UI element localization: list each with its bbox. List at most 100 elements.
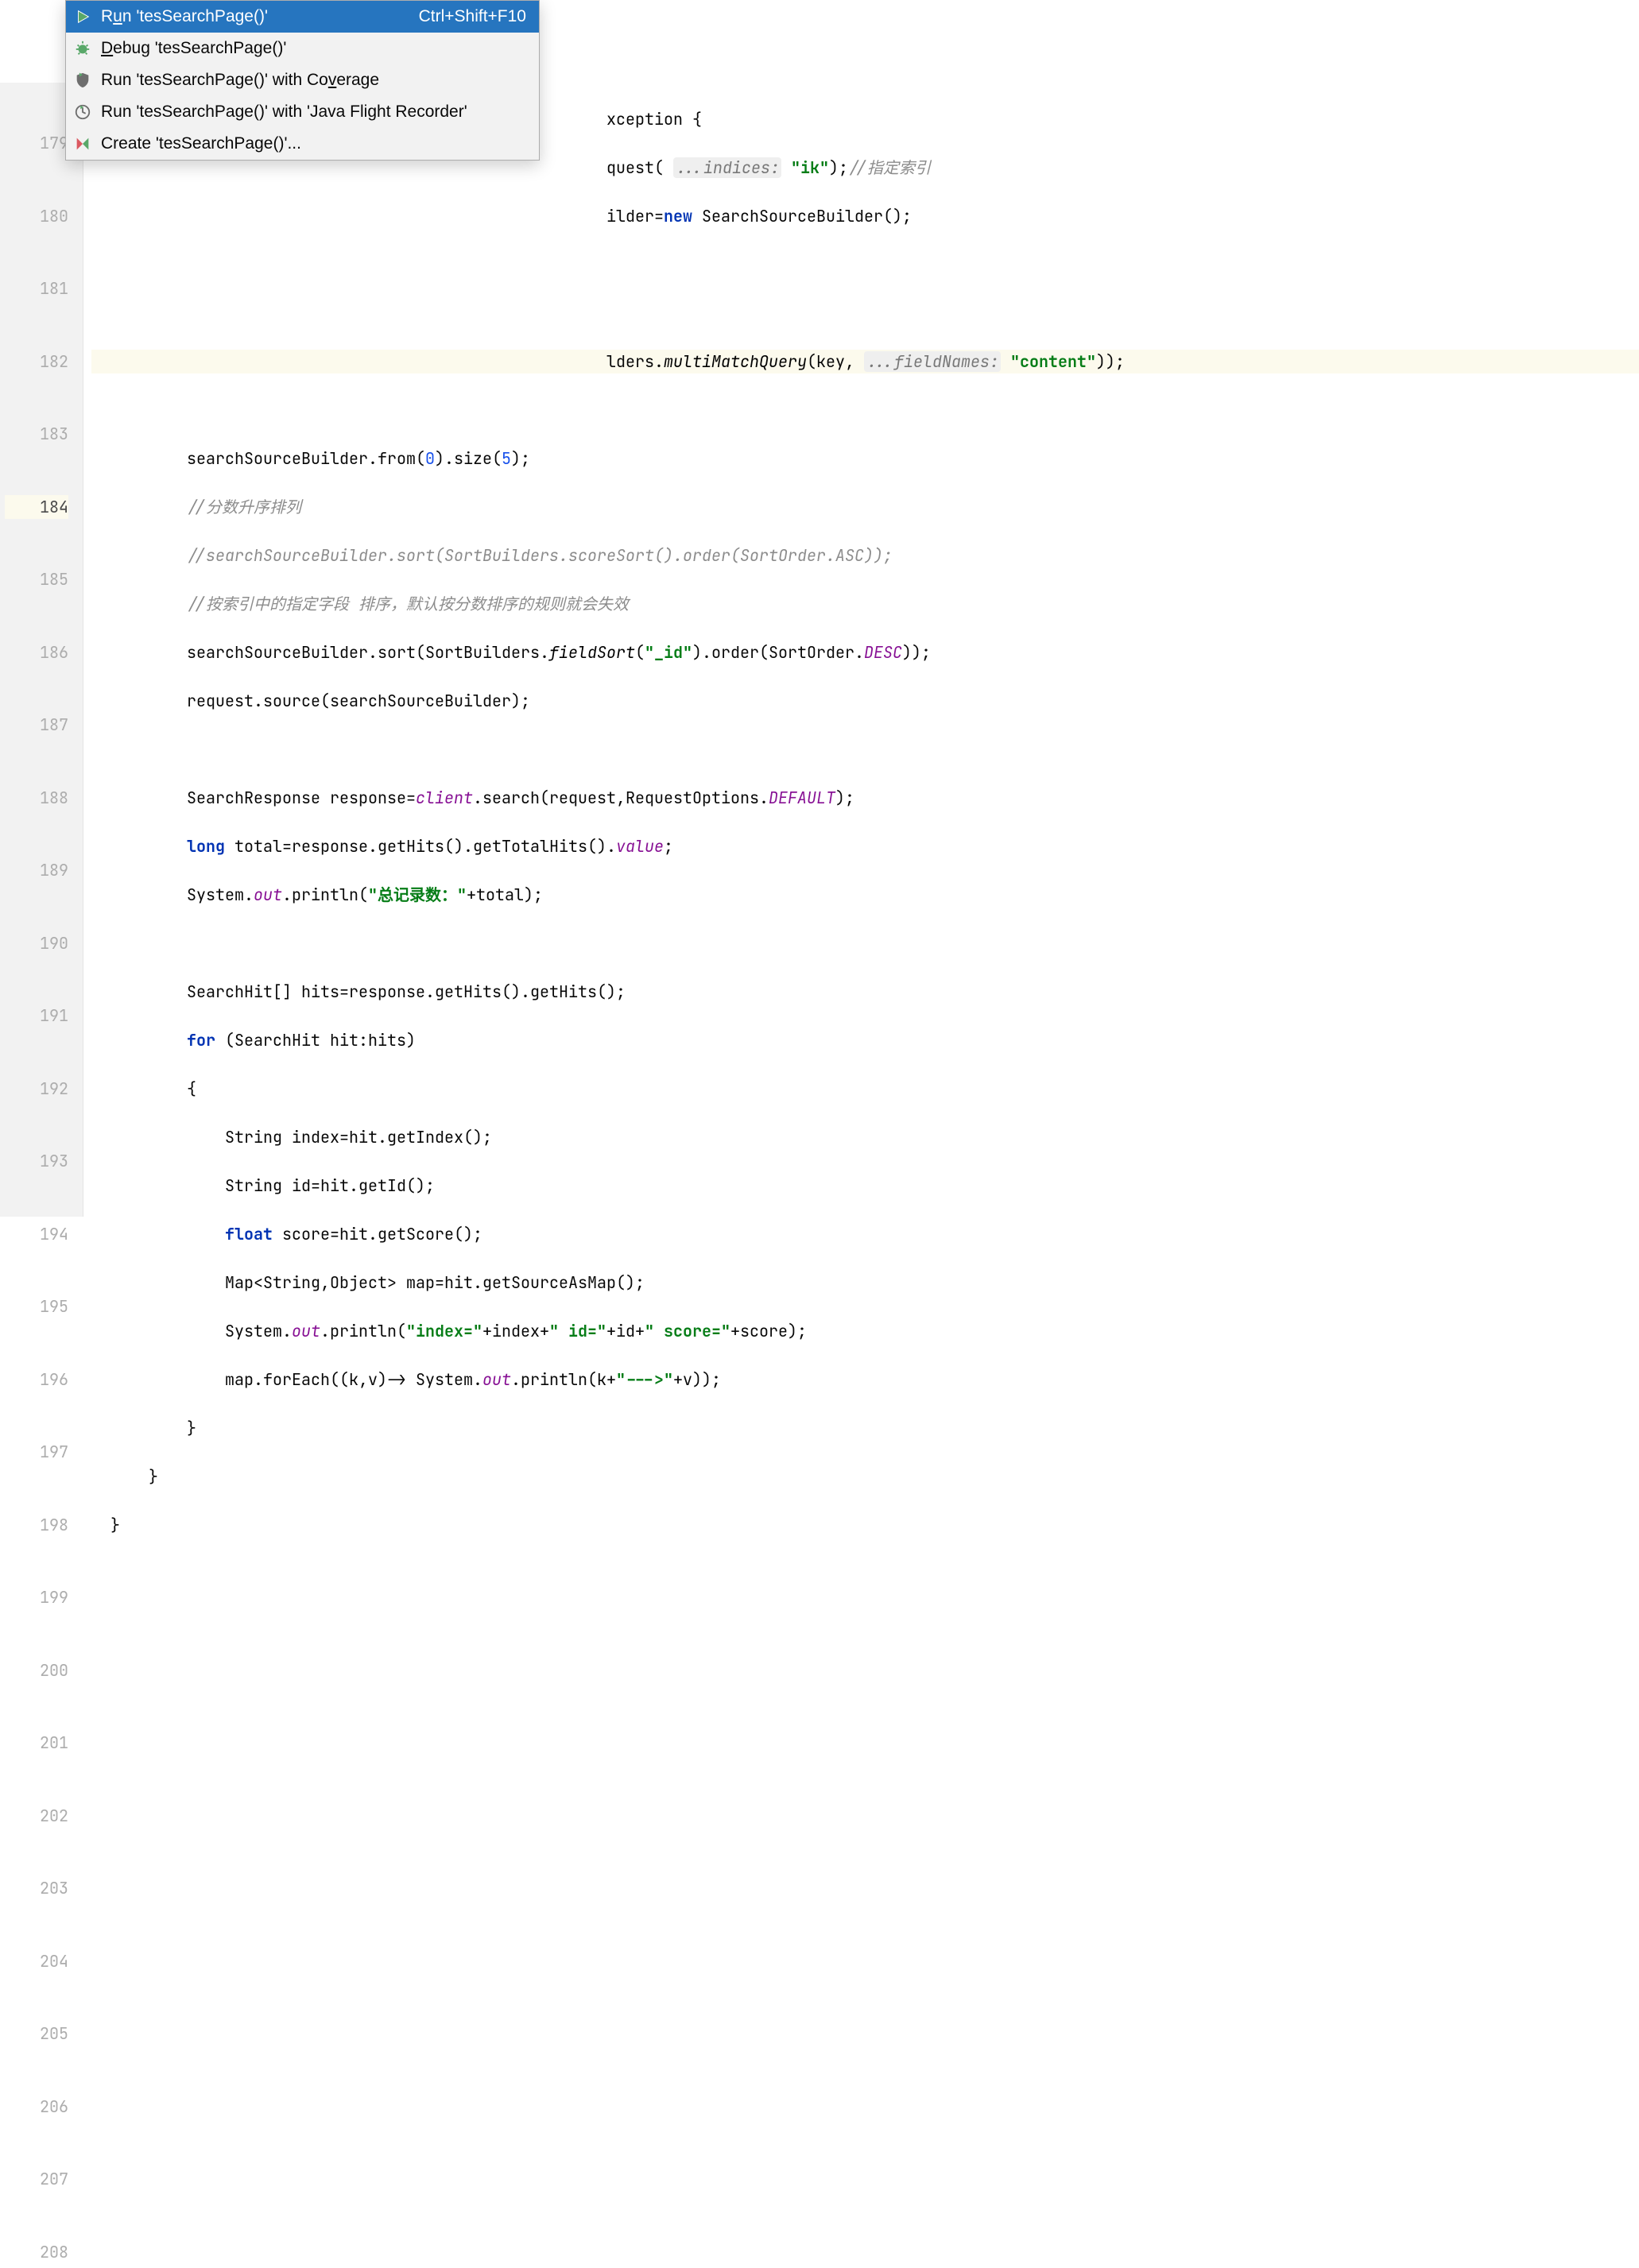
code-line[interactable]: //按索引中的指定字段 排序，默认按分数排序的规则就会失效	[91, 592, 1639, 617]
code-line[interactable]: {	[91, 1077, 1639, 1101]
line-number[interactable]: 195	[5, 1295, 68, 1319]
code-line[interactable]: long total=response.getHits().getTotalHi…	[91, 834, 1639, 859]
keyword: for	[187, 1030, 215, 1051]
code-line[interactable]: String id=hit.getId();	[91, 1174, 1639, 1198]
line-number[interactable]: 181	[5, 277, 68, 301]
code-line[interactable]	[91, 931, 1639, 956]
code-area[interactable]: xception { quest( ...indices: "ik");//指定…	[83, 83, 1639, 1217]
code-text	[781, 157, 791, 178]
code-line[interactable]: map.forEach((k,v)-> System.out.println(k…	[91, 1368, 1639, 1392]
code-line[interactable]: searchSourceBuilder.from(0).size(5);	[91, 447, 1639, 471]
menu-item-coverage[interactable]: Run 'tesSearchPage()' with Coverage	[66, 64, 539, 96]
line-number[interactable]: 193	[5, 1149, 68, 1174]
menu-item-debug[interactable]: Debug 'tesSearchPage()'	[66, 33, 539, 64]
string-literal: " score="	[645, 1321, 730, 1341]
line-number[interactable]: 204	[5, 1949, 68, 1974]
code-line[interactable]: for (SearchHit hit:hits)	[91, 1028, 1639, 1053]
line-number[interactable]: 180	[5, 204, 68, 229]
code-line[interactable]	[91, 253, 1639, 277]
menu-item-label: Debug 'tesSearchPage()'	[101, 39, 517, 58]
code-line[interactable]	[91, 301, 1639, 326]
field: out	[292, 1321, 320, 1341]
line-number[interactable]: 198	[5, 1513, 68, 1538]
menu-item-jfr[interactable]: Run 'tesSearchPage()' with 'Java Flight …	[66, 96, 539, 128]
jfr-icon	[74, 103, 91, 121]
code-line[interactable]: ilder=new SearchSourceBuilder();	[91, 204, 1639, 229]
line-number[interactable]: 182	[5, 350, 68, 374]
line-number[interactable]: 200	[5, 1658, 68, 1683]
code-text: +id+	[606, 1321, 645, 1341]
line-number[interactable]: 179	[5, 131, 68, 156]
code-line[interactable]: }	[91, 1513, 1639, 1538]
code-line[interactable]: SearchResponse response=client.search(re…	[91, 786, 1639, 811]
line-number[interactable]: 196	[5, 1368, 68, 1392]
code-line[interactable]: }	[91, 1416, 1639, 1441]
code-line[interactable]: SearchHit[] hits=response.getHits().getH…	[91, 980, 1639, 1004]
context-menu[interactable]: Run 'tesSearchPage()' Ctrl+Shift+F10 Deb…	[65, 0, 540, 161]
field: value	[616, 836, 664, 857]
code-line[interactable]	[91, 398, 1639, 423]
line-number[interactable]: 205	[5, 2022, 68, 2046]
number: 0	[425, 448, 435, 469]
menu-item-label: Run 'tesSearchPage()' with Coverage	[101, 71, 526, 90]
line-number[interactable]: 192	[5, 1077, 68, 1101]
code-line[interactable]: Map<String,Object> map=hit.getSourceAsMa…	[91, 1271, 1639, 1295]
line-number[interactable]: 197	[5, 1440, 68, 1465]
line-number[interactable]: 199	[5, 1585, 68, 1610]
run-icon	[74, 8, 91, 25]
string-literal: "ik"	[791, 157, 829, 178]
code-text: );	[829, 157, 848, 178]
code-text: }	[187, 1418, 196, 1438]
code-line[interactable]: searchSourceBuilder.sort(SortBuilders.fi…	[91, 641, 1639, 665]
code-line[interactable]: System.out.println("index="+index+" id="…	[91, 1319, 1639, 1344]
line-number[interactable]: 186	[5, 641, 68, 665]
code-text: String index=hit.getIndex();	[225, 1127, 492, 1148]
code-line[interactable]: System.out.println("总记录数："+total);	[91, 883, 1639, 908]
code-text: lders.	[606, 351, 664, 372]
line-number[interactable]: 194	[5, 1222, 68, 1247]
line-number[interactable]: 203	[5, 1876, 68, 1901]
code-line[interactable]	[91, 737, 1639, 762]
code-line[interactable]: float score=hit.getScore();	[91, 1222, 1639, 1247]
code-text	[1001, 351, 1010, 372]
comment: //分数升序排列	[187, 497, 301, 517]
menu-item-label: Create 'tesSearchPage()'...	[101, 134, 526, 153]
code-line[interactable]: //分数升序排列	[91, 495, 1639, 520]
inline-hint: ...fieldNames:	[864, 351, 1001, 372]
line-number[interactable]: 208	[5, 2240, 68, 2265]
code-line[interactable]: //searchSourceBuilder.sort(SortBuilders.…	[91, 544, 1639, 568]
code-line[interactable]: String index=hit.getIndex();	[91, 1125, 1639, 1150]
comment: //searchSourceBuilder.sort(SortBuilders.…	[187, 545, 893, 566]
line-number[interactable]: 189	[5, 858, 68, 883]
code-text: (	[635, 642, 645, 663]
line-number[interactable]: 183	[5, 422, 68, 447]
code-line[interactable]: lders.multiMatchQuery(key, ...fieldNames…	[91, 350, 1639, 374]
code-text: searchSourceBuilder.from(	[187, 448, 425, 469]
string-literal: "--->"	[616, 1369, 673, 1390]
line-number[interactable]: 187	[5, 713, 68, 737]
line-number[interactable]: 201	[5, 1731, 68, 1755]
menu-item-run[interactable]: Run 'tesSearchPage()' Ctrl+Shift+F10	[66, 1, 539, 33]
line-number-text: 208	[40, 2242, 68, 2262]
line-number[interactable]: 184	[5, 495, 68, 520]
code-text: (key,	[807, 351, 864, 372]
line-number[interactable]: 202	[5, 1804, 68, 1829]
code-text: ).size(	[435, 448, 502, 469]
line-number-text: 184	[40, 497, 68, 517]
line-number[interactable]: 206	[5, 2095, 68, 2119]
line-number[interactable]: 188	[5, 786, 68, 811]
code-line[interactable]: request.source(searchSourceBuilder);	[91, 689, 1639, 714]
code-text: score=hit.getScore();	[273, 1224, 482, 1244]
line-number[interactable]: 185	[5, 567, 68, 592]
method-call: multiMatchQuery	[664, 351, 807, 372]
menu-item-create[interactable]: Create 'tesSearchPage()'...	[66, 128, 539, 160]
line-number[interactable]: 190	[5, 931, 68, 956]
number: 5	[502, 448, 511, 469]
line-number[interactable]: 207	[5, 2167, 68, 2192]
code-text: total=response.getHits().getTotalHits().	[225, 836, 616, 857]
code-text: searchSourceBuilder.sort(SortBuilders.	[187, 642, 549, 663]
line-number-gutter[interactable]: 179 180 181 182 183 184 185 186 187 188 …	[0, 83, 83, 1217]
line-number[interactable]: 191	[5, 1004, 68, 1028]
string-literal: "_id"	[645, 642, 692, 663]
code-line[interactable]: }	[91, 1465, 1639, 1489]
